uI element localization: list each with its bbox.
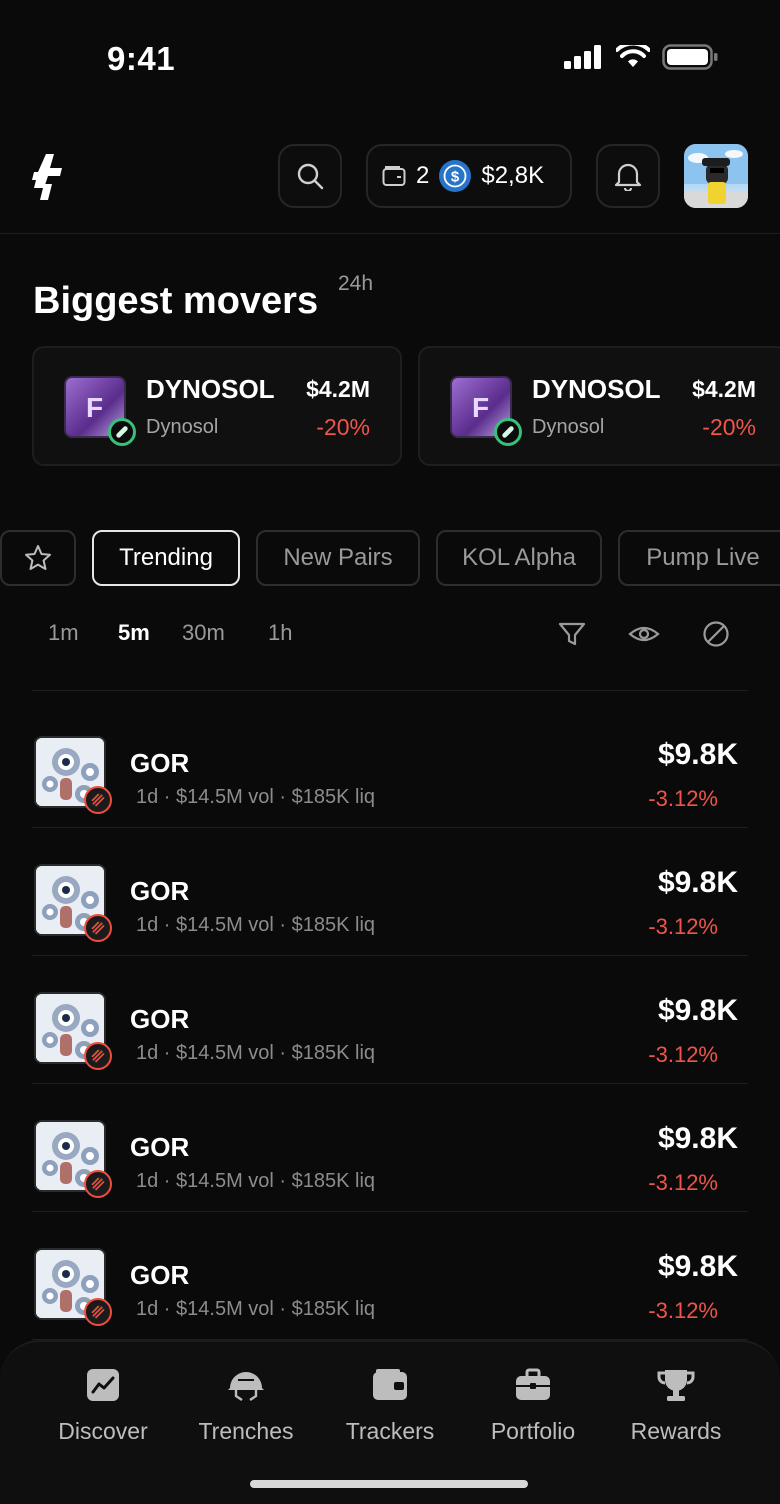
pill-icon (108, 418, 136, 446)
token-row[interactable]: GOR 1d · $14.5M vol · $185K liq $9.8K -3.12… (32, 1212, 748, 1340)
favorites-tab[interactable] (0, 530, 76, 586)
movers-title: Biggest movers (33, 280, 319, 322)
token-change: -3.12% (648, 786, 718, 811)
wallet-icon (382, 166, 406, 186)
mover-price: $4.2M (692, 376, 756, 402)
token-row[interactable]: GOR 1d · $14.5M vol · $185K liq $9.8K -3.12… (32, 828, 748, 956)
token-price: $9.8K (657, 994, 738, 1027)
block-icon[interactable] (702, 620, 730, 648)
mover-symbol: DYNOSOL (532, 374, 661, 404)
star-icon (25, 545, 51, 570)
bell-icon (614, 163, 642, 191)
nav-trenches[interactable]: Trenches (171, 1368, 321, 1445)
mover-name: Dynosol (146, 416, 219, 438)
nav-label: Trenches (198, 1418, 294, 1444)
token-price: $9.8K (657, 738, 738, 771)
mover-change: -20% (702, 414, 756, 440)
pump-badge-icon (84, 1298, 112, 1326)
token-row[interactable]: GOR 1d · $14.5M vol · $185K liq $9.8K -3.12… (32, 956, 748, 1084)
briefcase-icon (516, 1368, 550, 1400)
mover-symbol: DYNOSOL (146, 374, 275, 404)
mover-card[interactable]: F DYNOSOL Dynosol $4.2M -20% (32, 346, 402, 466)
filter-icon[interactable] (558, 620, 586, 648)
mover-price: $4.2M (306, 376, 370, 402)
tab-kol-alpha[interactable]: KOL Alpha (436, 530, 602, 586)
token-meta: 1d · $14.5M vol · $185K liq (136, 1298, 376, 1320)
search-icon (297, 163, 324, 190)
timeframe-1h[interactable]: 1h (268, 620, 292, 646)
nav-label: Trackers (345, 1418, 435, 1444)
token-meta: 1d · $14.5M vol · $185K liq (136, 1042, 376, 1064)
usdc-icon: $ (439, 160, 472, 192)
mover-card[interactable]: F DYNOSOL Dynosol $4.2M -20% (418, 346, 780, 466)
home-indicator[interactable] (250, 1480, 528, 1488)
svg-text:$: $ (451, 169, 460, 186)
wallet-icon (373, 1369, 407, 1400)
search-button[interactable] (278, 144, 342, 208)
tab-trending[interactable]: Trending (92, 530, 240, 586)
wallet-balance: $2,8K (481, 162, 545, 189)
chart-icon (87, 1369, 119, 1401)
token-name: GOR (130, 748, 190, 778)
app-logo-icon[interactable] (32, 154, 64, 200)
token-row[interactable]: GOR 1d · $14.5M vol · $185K liq $9.8K -3.12… (32, 1084, 748, 1212)
avatar-image (684, 144, 748, 208)
timeframe-30m[interactable]: 30m (182, 620, 225, 646)
bottom-nav: Discover Trenches Trackers Portfolio Rew… (0, 1340, 780, 1504)
nav-discover[interactable]: Discover (28, 1368, 178, 1445)
token-row[interactable]: GOR 1d · $14.5M vol · $185K liq $9.8K -3.12… (32, 700, 748, 828)
tab-new-pairs[interactable]: New Pairs (256, 530, 420, 586)
nav-label: Rewards (630, 1418, 722, 1444)
token-name: GOR (130, 1004, 190, 1034)
battery-icon (662, 44, 718, 70)
nav-label: Portfolio (490, 1418, 576, 1444)
notifications-button[interactable] (596, 144, 660, 208)
nav-label: Discover (58, 1418, 148, 1444)
profile-avatar[interactable] (684, 144, 748, 208)
pump-badge-icon (84, 1042, 112, 1070)
eye-icon[interactable] (628, 620, 660, 648)
filter-tabs: Trending New Pairs KOL Alpha Pump Live (0, 530, 780, 586)
token-name: GOR (130, 876, 190, 906)
pump-badge-icon (84, 914, 112, 942)
timeframe-5m[interactable]: 5m (118, 620, 150, 646)
token-change: -3.12% (648, 1042, 718, 1067)
token-meta: 1d · $14.5M vol · $185K liq (136, 914, 376, 936)
token-price: $9.8K (657, 1122, 738, 1155)
status-time: 9:41 (107, 40, 176, 77)
token-price: $9.8K (657, 1250, 738, 1283)
token-name: GOR (130, 1132, 190, 1162)
pump-badge-icon (84, 1170, 112, 1198)
mover-change: -20% (316, 414, 370, 440)
signal-icon (564, 45, 601, 69)
wallet-balance-button[interactable]: 2 $ $2,8K (366, 144, 572, 208)
pill-icon (494, 418, 522, 446)
status-bar: 9:41 (0, 0, 780, 120)
token-meta: 1d · $14.5M vol · $185K liq (136, 1170, 376, 1192)
nav-trackers[interactable]: Trackers (315, 1368, 465, 1445)
helmet-icon (228, 1372, 264, 1401)
wallet-count: 2 (416, 162, 430, 189)
token-name: GOR (130, 1260, 190, 1290)
token-meta: 1d · $14.5M vol · $185K liq (136, 786, 376, 808)
timeframe-1m[interactable]: 1m (48, 620, 79, 646)
token-price: $9.8K (657, 866, 738, 899)
token-change: -3.12% (648, 914, 718, 939)
status-icons (564, 44, 718, 70)
mover-name: Dynosol (532, 416, 605, 438)
nav-portfolio[interactable]: Portfolio (458, 1368, 608, 1445)
trophy-icon (657, 1370, 695, 1401)
token-change: -3.12% (648, 1170, 718, 1195)
token-change: -3.12% (648, 1298, 718, 1323)
nav-rewards[interactable]: Rewards (601, 1368, 751, 1445)
tab-pump-live[interactable]: Pump Live (618, 530, 780, 586)
wifi-icon (616, 45, 650, 67)
list-divider (32, 690, 748, 691)
app-header: 2 $ $2,8K (0, 140, 780, 234)
movers-period: 24h (338, 272, 374, 295)
pump-badge-icon (84, 786, 112, 814)
